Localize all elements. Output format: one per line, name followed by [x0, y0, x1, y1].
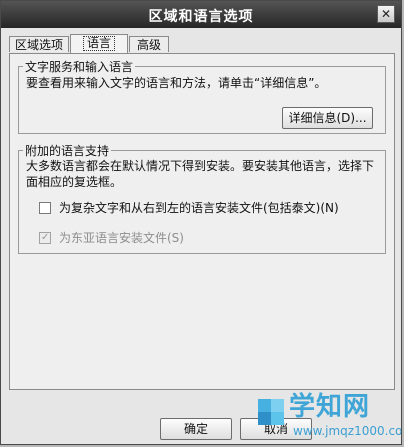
- ok-button[interactable]: 确定: [160, 418, 232, 440]
- close-button[interactable]: ✕: [377, 5, 395, 23]
- checkmark-icon: ✓: [41, 232, 50, 243]
- text-services-group-title: 文字服务和输入语言: [23, 58, 136, 75]
- east-asian-checkbox-row: ✓ 为东亚语言安装文件(S): [39, 231, 239, 247]
- cancel-button[interactable]: 取消: [240, 418, 312, 440]
- title-bar[interactable]: 区域和语言选项 ✕: [1, 1, 401, 28]
- window-title: 区域和语言选项: [148, 9, 254, 25]
- tab-label: 语言: [82, 36, 115, 51]
- text-services-group: 文字服务和输入语言 要查看用来输入文字的语言和方法，请单击“详细信息”。 详细信…: [18, 58, 386, 134]
- east-asian-checkbox-label: 为东亚语言安装文件(S): [59, 231, 184, 245]
- tab-regional-options[interactable]: 区域选项: [9, 36, 69, 52]
- tab-label: 区域选项: [14, 38, 63, 52]
- text-services-description: 要查看用来输入文字的语言和方法，请单击“详细信息”。: [26, 76, 327, 90]
- close-icon: ✕: [380, 7, 392, 21]
- supplemental-description: 大多数语言都会在默认情况下得到安装。要安装其他语言，选择下面相应的复选框。: [26, 159, 375, 189]
- supplemental-group-title: 附加的语言支持: [23, 142, 112, 159]
- details-button[interactable]: 详细信息(D)...: [282, 107, 373, 129]
- complex-script-checkbox[interactable]: [39, 202, 51, 214]
- regional-language-options-dialog: 区域和语言选项 ✕ 区域选项 语言 高级 文字服务和输入语言 要查看用来输入文字…: [0, 0, 402, 445]
- supplemental-language-support-group: 附加的语言支持 大多数语言都会在默认情况下得到安装。要安装其他语言，选择下面相应…: [18, 142, 386, 254]
- complex-script-checkbox-row[interactable]: 为复杂文字和从右到左的语言安装文件(包括泰文)(N): [39, 201, 379, 217]
- east-asian-checkbox: ✓: [39, 232, 51, 244]
- tab-strip: 区域选项 语言 高级: [9, 34, 399, 53]
- complex-script-checkbox-label[interactable]: 为复杂文字和从右到左的语言安装文件(包括泰文)(N): [59, 201, 339, 216]
- tab-languages[interactable]: 语言: [70, 34, 128, 53]
- tab-panel-languages: 文字服务和输入语言 要查看用来输入文字的语言和方法，请单击“详细信息”。 详细信…: [9, 53, 395, 390]
- tab-label: 高级: [136, 38, 161, 52]
- tab-advanced[interactable]: 高级: [129, 36, 169, 52]
